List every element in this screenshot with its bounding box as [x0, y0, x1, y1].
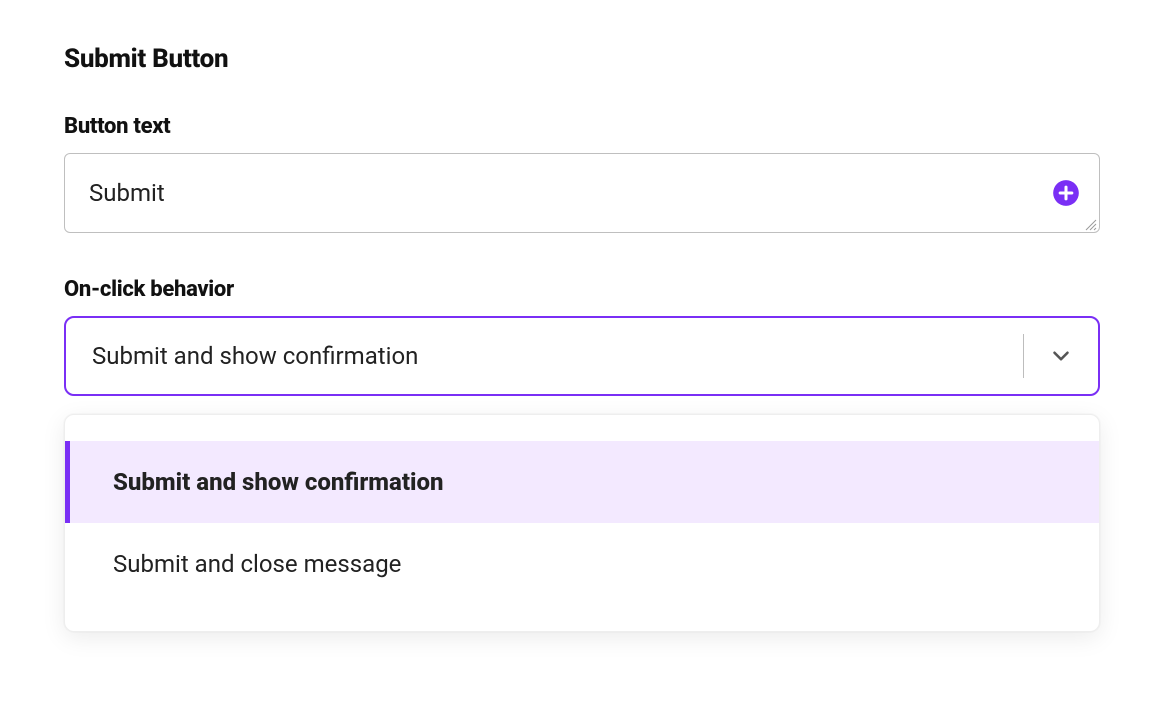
- section-title: Submit Button: [64, 44, 1100, 74]
- onclick-dropdown: Submit and show confirmation Submit and …: [64, 414, 1100, 632]
- chevron-down-icon[interactable]: [1024, 343, 1098, 369]
- onclick-field: On-click behavior Submit and show confir…: [64, 277, 1100, 632]
- onclick-option-close[interactable]: Submit and close message: [65, 523, 1099, 605]
- button-text-field: Button text: [64, 114, 1100, 233]
- onclick-option-confirmation[interactable]: Submit and show confirmation: [65, 441, 1099, 523]
- onclick-select: Submit and show confirmation Submit and …: [64, 316, 1100, 632]
- onclick-label: On-click behavior: [64, 277, 1100, 302]
- button-text-input-wrap: [64, 153, 1100, 233]
- button-text-input[interactable]: [64, 153, 1100, 233]
- onclick-select-control[interactable]: Submit and show confirmation: [64, 316, 1100, 396]
- onclick-selected-value: Submit and show confirmation: [66, 342, 1023, 370]
- button-text-label: Button text: [64, 114, 1100, 139]
- plus-circle-icon[interactable]: [1052, 179, 1080, 207]
